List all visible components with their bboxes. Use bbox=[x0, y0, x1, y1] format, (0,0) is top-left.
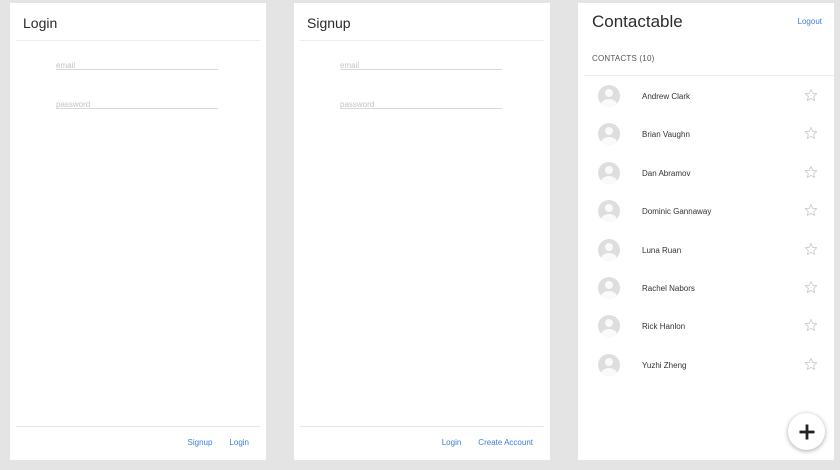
person-avatar-icon bbox=[598, 276, 620, 299]
password-field[interactable] bbox=[56, 98, 218, 111]
person-avatar-icon bbox=[598, 85, 620, 107]
add-contact-button[interactable] bbox=[788, 413, 825, 450]
contact-item[interactable]: Yuzhi Zheng bbox=[578, 345, 834, 383]
email-field[interactable] bbox=[340, 59, 502, 72]
person-avatar-icon bbox=[598, 161, 620, 184]
create-account-button[interactable]: Create Account bbox=[478, 438, 533, 447]
contact-name: Brian Vaughn bbox=[642, 130, 690, 140]
star-outline-icon[interactable] bbox=[804, 280, 818, 294]
login-button[interactable]: Login bbox=[442, 438, 462, 447]
plus-icon bbox=[799, 424, 814, 439]
person-avatar-icon bbox=[598, 200, 620, 223]
email-field[interactable] bbox=[56, 59, 218, 72]
person-avatar-icon bbox=[598, 123, 620, 146]
contact-name: Andrew Clark bbox=[642, 92, 691, 101]
contact-name: Rick Hanlon bbox=[642, 322, 686, 332]
signup-button[interactable]: Signup bbox=[188, 438, 213, 447]
password-field-wrapper bbox=[56, 94, 218, 111]
contact-item[interactable]: Dan Abramov bbox=[578, 153, 834, 191]
contact-name: Rachel Nabors bbox=[642, 283, 695, 293]
password-field-wrapper bbox=[340, 94, 502, 111]
signup-actions: Login Create Account bbox=[442, 438, 533, 447]
app-title: Contactable bbox=[592, 12, 683, 31]
star-outline-icon[interactable] bbox=[804, 242, 818, 256]
email-field-wrapper bbox=[340, 55, 502, 72]
signup-panel: Signup Login Create Account bbox=[294, 3, 550, 460]
contact-name: Dominic Gannaway bbox=[642, 207, 712, 217]
contacts-panel: Contactable Logout CONTACTS (10) Andrew … bbox=[578, 3, 834, 460]
contact-item[interactable]: Dominic Gannaway bbox=[578, 191, 834, 229]
contact-item[interactable]: Rick Hanlon bbox=[578, 306, 834, 344]
contact-item[interactable]: Andrew Clark bbox=[578, 76, 834, 114]
login-button[interactable]: Login bbox=[229, 438, 249, 447]
contact-item[interactable]: Brian Vaughn bbox=[578, 114, 834, 152]
header-divider bbox=[16, 40, 260, 41]
login-panel: Login Signup Login bbox=[10, 3, 266, 460]
signup-title: Signup bbox=[307, 15, 351, 31]
contact-item[interactable]: Rachel Nabors bbox=[578, 268, 834, 306]
contact-name: Luna Ruan bbox=[642, 245, 682, 255]
contacts-count-label: CONTACTS (10) bbox=[592, 54, 655, 63]
star-outline-icon[interactable] bbox=[804, 165, 818, 179]
email-field-wrapper bbox=[56, 55, 218, 72]
password-field[interactable] bbox=[340, 98, 502, 111]
star-outline-icon[interactable] bbox=[804, 203, 818, 217]
star-outline-icon[interactable] bbox=[804, 88, 818, 102]
header-divider bbox=[300, 40, 544, 41]
star-outline-icon[interactable] bbox=[804, 318, 818, 332]
person-avatar-icon bbox=[598, 238, 620, 261]
contact-name: Dan Abramov bbox=[642, 168, 691, 178]
person-avatar-icon bbox=[598, 315, 620, 338]
star-outline-icon[interactable] bbox=[804, 357, 818, 371]
contact-item[interactable]: Luna Ruan bbox=[578, 230, 834, 268]
contact-list: Andrew Clark Brian Vaughn Dan Abramov Do… bbox=[578, 76, 834, 383]
logout-button[interactable]: Logout bbox=[798, 17, 822, 26]
contact-name: Yuzhi Zheng bbox=[642, 360, 687, 370]
login-actions: Signup Login bbox=[188, 438, 250, 447]
footer-divider bbox=[300, 426, 544, 427]
footer-divider bbox=[16, 426, 260, 427]
person-avatar-icon bbox=[598, 353, 620, 376]
star-outline-icon[interactable] bbox=[804, 126, 818, 140]
login-title: Login bbox=[23, 15, 58, 31]
